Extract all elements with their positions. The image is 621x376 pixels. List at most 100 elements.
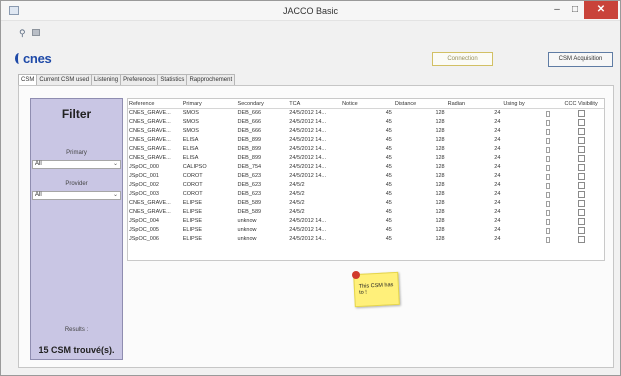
column-header-secondary[interactable]: Secondary	[237, 99, 289, 108]
table-row[interactable]: CNES_GRAVE... ELISA DEB_899 24/5/2012 14...…	[128, 136, 604, 145]
table-row[interactable]: JSpOC_001 COROT DEB_623 24/5/2012 14... 45 12…	[128, 172, 604, 181]
tab-rapprochement[interactable]: Rapprochement	[186, 74, 236, 85]
provider-select-value: All	[35, 192, 42, 198]
table-row[interactable]: CNES_GRAVE... ELISA DEB_899 24/5/2012 14...…	[128, 154, 604, 163]
ccc-visibility-checkbox[interactable]	[577, 209, 585, 216]
ccc-visibility-checkbox[interactable]	[577, 182, 585, 189]
using-by-checkbox[interactable]	[546, 174, 551, 180]
ccc-visibility-checkbox[interactable]	[577, 227, 585, 234]
using-by-checkbox[interactable]	[546, 201, 551, 207]
table-row[interactable]: CNES_GRAVE... SMOS DEB_666 24/5/2012 14... 4…	[128, 109, 604, 118]
using-by-checkbox[interactable]	[546, 147, 551, 153]
ccc-visibility-checkbox[interactable]	[577, 110, 585, 117]
cell-radian: 24	[494, 182, 501, 188]
table-row[interactable]: JSpOC_003 COROT DEB_623 24/5/2 45 128 24	[128, 190, 604, 199]
column-header-reference[interactable]: Reference	[128, 99, 182, 108]
using-by-checkbox[interactable]	[546, 156, 551, 162]
table-row[interactable]: CNES_GRAVE... ELIPSE DEB_589 24/5/2 45 128 24	[128, 199, 604, 208]
provider-select[interactable]: All ⌄	[32, 191, 121, 200]
csm-acquisition-button[interactable]: CSM Acquisition	[548, 52, 613, 67]
column-header-primary[interactable]: Primary	[182, 99, 237, 108]
connection-button[interactable]: Connection	[432, 52, 493, 66]
cell-using-by	[502, 154, 557, 163]
title-bar: JACCO Basic – □ ✕	[1, 1, 620, 21]
table-row[interactable]: JSpOC_002 COROT DEB_623 24/5/2 45 128 24	[128, 181, 604, 190]
ccc-visibility-checkbox[interactable]	[577, 218, 585, 225]
using-by-checkbox[interactable]	[546, 192, 551, 198]
column-header-radian[interactable]: Radian	[447, 99, 503, 108]
tab-statistics[interactable]: Statistics	[157, 74, 188, 85]
using-by-checkbox[interactable]	[546, 165, 551, 171]
cell-reference: CNES_GRAVE...	[129, 137, 171, 143]
cell-secondary: DEB_589	[237, 209, 262, 215]
table-row[interactable]: CNES_GRAVE... SMOS DEB_666 24/5/2012 14... 4…	[128, 118, 604, 127]
csm-tab-content: Filter Primary All ⌄ Provider All ⌄ Resu…	[18, 85, 614, 368]
minimize-icon[interactable]: –	[549, 1, 565, 19]
cell-secondary: DEB_666	[237, 119, 262, 125]
cell-radian: 24	[494, 218, 501, 224]
ccc-visibility-checkbox[interactable]	[577, 164, 585, 171]
ccc-visibility-checkbox[interactable]	[577, 119, 585, 126]
window-title: JACCO Basic	[282, 6, 338, 16]
ccc-visibility-checkbox[interactable]	[577, 137, 585, 144]
tab-preferences[interactable]: Preferences	[120, 74, 159, 85]
tool-square-icon[interactable]	[32, 29, 40, 36]
ccc-visibility-checkbox[interactable]	[577, 236, 585, 243]
table-body: CNES_GRAVE... SMOS DEB_666 24/5/2012 14... 4…	[128, 109, 604, 244]
using-by-checkbox[interactable]	[546, 183, 551, 189]
ccc-visibility-checkbox[interactable]	[577, 155, 585, 162]
ccc-visibility-checkbox[interactable]	[577, 128, 585, 135]
filter-title: Filter	[61, 107, 92, 121]
using-by-checkbox[interactable]	[546, 210, 551, 216]
column-header-tca[interactable]: TCA	[288, 99, 341, 108]
table-row[interactable]: CNES_GRAVE... SMOS DEB_666 24/5/2012 14... 4…	[128, 127, 604, 136]
cell-ccc-visibility	[557, 127, 604, 136]
using-by-checkbox[interactable]	[546, 219, 551, 225]
cell-primary: ELIPSE	[182, 236, 203, 242]
cell-secondary: DEB_899	[237, 137, 262, 143]
using-by-checkbox[interactable]	[546, 120, 551, 126]
cell-notice: 45	[385, 137, 392, 143]
ccc-visibility-checkbox[interactable]	[577, 146, 585, 153]
column-header-distance[interactable]: Distance	[394, 99, 447, 108]
cell-using-by	[502, 172, 557, 181]
ccc-visibility-checkbox[interactable]	[577, 200, 585, 207]
close-icon[interactable]: ✕	[584, 1, 618, 19]
cell-using-by	[502, 199, 557, 208]
cell-distance: 128	[435, 128, 445, 134]
using-by-checkbox[interactable]	[546, 237, 551, 243]
ccc-visibility-checkbox[interactable]	[577, 173, 585, 180]
table-row[interactable]: JSpOC_004 ELIPSE unknow 24/5/2012 14... 45 12…	[128, 217, 604, 226]
using-by-checkbox[interactable]	[546, 228, 551, 234]
cell-distance: 128	[435, 146, 445, 152]
table-row[interactable]: CNES_GRAVE... ELIPSE DEB_589 24/5/2 45 128 24	[128, 208, 604, 217]
sticky-note: This CSM has to !	[353, 271, 400, 308]
table-row[interactable]: CNES_GRAVE... ELISA DEB_899 24/5/2012 14...…	[128, 145, 604, 154]
cell-secondary: DEB_623	[237, 173, 262, 179]
table-row[interactable]: JSpOC_005 ELIPSE unknow 24/5/2012 14... 45 12…	[128, 226, 604, 235]
using-by-checkbox[interactable]	[546, 138, 551, 144]
app-window: JACCO Basic – □ ✕ ⚲ cnes Connection CSM …	[0, 0, 621, 376]
tab-current-csm-used[interactable]: Current CSM used	[36, 74, 93, 85]
cell-tca: 24/5/2012 14...	[289, 137, 326, 143]
using-by-checkbox[interactable]	[546, 129, 551, 135]
primary-select[interactable]: All ⌄	[32, 160, 121, 169]
column-header-notice[interactable]: Notice	[341, 99, 394, 108]
column-header-ccc-visibility[interactable]: CCC Visibility	[557, 99, 604, 108]
tab-listening[interactable]: Listening	[91, 74, 122, 85]
cell-reference: CNES_GRAVE...	[129, 155, 171, 161]
using-by-checkbox[interactable]	[546, 111, 551, 117]
ccc-visibility-checkbox[interactable]	[577, 191, 585, 198]
maximize-icon[interactable]: □	[567, 1, 583, 19]
pin-tool-icon[interactable]: ⚲	[19, 28, 26, 39]
tab-csm[interactable]: CSM	[18, 74, 38, 85]
cell-tca: 24/5/2012 14...	[289, 128, 326, 134]
cell-notice: 45	[385, 227, 392, 233]
column-header-using-by[interactable]: Using by	[502, 99, 557, 108]
results-count: 15 CSM trouvé(s).	[38, 345, 115, 355]
table-header: Reference Primary Secondary TCA Notice D…	[128, 99, 604, 109]
table-row[interactable]: JSpOC_006 ELIPSE unknow 24/5/2012 14... 45 12…	[128, 235, 604, 244]
cell-using-by	[502, 217, 557, 226]
cell-primary: ELISA	[182, 155, 199, 161]
table-row[interactable]: JSpOC_000 CALIPSO DEB_754 24/5/2012 14... 45…	[128, 163, 604, 172]
